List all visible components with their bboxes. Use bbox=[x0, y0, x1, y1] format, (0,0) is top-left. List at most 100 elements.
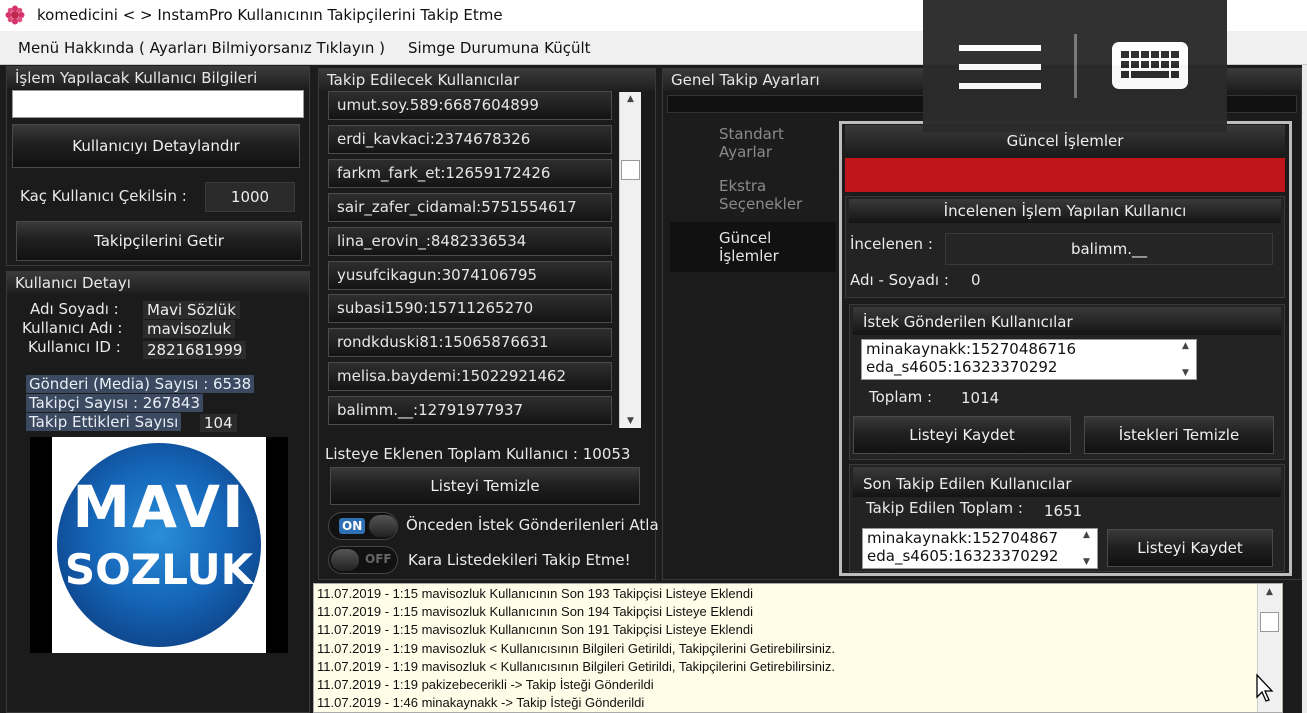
scroll-up-icon[interactable]: ▲ bbox=[1258, 587, 1281, 597]
followed-list[interactable]: minakaynakk:152704867 eda_s4605:163233702… bbox=[862, 528, 1098, 569]
user-id-value: 2821681999 bbox=[143, 341, 247, 359]
follow-list-item[interactable]: subasi1590:15711265270 bbox=[328, 294, 612, 324]
requests-total-label: Toplam : bbox=[869, 388, 933, 406]
tab-current-operations[interactable]: Güncel İşlemler bbox=[670, 222, 836, 272]
app-logo-icon bbox=[5, 5, 25, 25]
follow-list-item[interactable]: balimm.__:12791977937 bbox=[328, 396, 612, 426]
count-field[interactable]: 1000 bbox=[205, 182, 295, 212]
requests-scrollbar[interactable]: ▲ ▼ bbox=[1175, 340, 1196, 379]
window-edge bbox=[1302, 65, 1307, 713]
scroll-down-icon[interactable]: ▼ bbox=[620, 416, 641, 426]
remote-toolbar-overlay bbox=[923, 0, 1227, 132]
tab-label: Standart bbox=[719, 125, 784, 143]
save-followed-button[interactable]: Listeyi Kaydet bbox=[1107, 529, 1273, 567]
tab-label: Ayarlar bbox=[719, 143, 773, 161]
toolbar-separator bbox=[1074, 34, 1077, 98]
inspected-header: İncelenen İşlem Yapılan Kullanıcı bbox=[849, 199, 1281, 223]
follow-list-item[interactable]: sair_zafer_cidamal:5751554617 bbox=[328, 192, 612, 222]
followed-total-label: Takip Edilen Toplam : bbox=[866, 499, 1023, 517]
tab-label: İşlemler bbox=[719, 247, 779, 265]
scroll-up-icon[interactable]: ▲ bbox=[1175, 341, 1196, 351]
log-line: 11.07.2019 - 1:19 pakizebecerikli -> Tak… bbox=[317, 677, 654, 692]
activity-log[interactable]: 11.07.2019 - 1:15 mavisozluk Kullanıcını… bbox=[313, 583, 1283, 713]
follow-list-item[interactable]: erdi_kavkaci:2374678326 bbox=[328, 124, 612, 154]
menu-about[interactable]: Menü Hakkında ( Ayarları Bilmiyorsanız T… bbox=[18, 39, 385, 57]
fullname-label: Adı - Soyadı : bbox=[850, 271, 949, 289]
menu-minimize[interactable]: Simge Durumuna Küçült bbox=[408, 39, 591, 57]
save-list-button[interactable]: Listeyi Kaydet bbox=[853, 416, 1071, 454]
following-label: Takip Ettikleri Sayısı bbox=[26, 413, 182, 431]
requests-total-value: 1014 bbox=[961, 389, 1000, 407]
list-total-label: Listeye Eklenen Toplam Kullanıcı : 10053 bbox=[325, 445, 631, 463]
toggle-knob bbox=[331, 549, 359, 571]
list-item[interactable]: minakaynakk:15270486716 bbox=[862, 340, 1196, 358]
scroll-up-icon[interactable]: ▲ bbox=[620, 94, 641, 104]
toggle-knob bbox=[369, 515, 397, 537]
log-line: 11.07.2019 - 1:19 mavisozluk < Kullanıcı… bbox=[317, 658, 835, 674]
media-count: Gönderi (Media) Sayısı : 6538 bbox=[26, 375, 255, 393]
followed-total-value: 1651 bbox=[1044, 502, 1083, 520]
logo-text-mavi: MAVI bbox=[72, 473, 246, 541]
toggle-on-text: ON bbox=[339, 518, 366, 534]
scroll-thumb[interactable] bbox=[1260, 612, 1279, 632]
log-line: 11.07.2019 - 1:15 mavisozluk Kullanıcını… bbox=[317, 586, 754, 601]
keyboard-icon[interactable] bbox=[1112, 42, 1188, 89]
tab-extra-options[interactable]: Ekstra Seçenekler bbox=[670, 170, 836, 220]
tab-standard-settings[interactable]: Standart Ayarlar bbox=[670, 118, 836, 168]
follow-list-header: Takip Edilecek Kullanıcılar bbox=[319, 69, 655, 91]
profile-picture-bg: MAVI SOZLUK bbox=[52, 437, 266, 653]
detail-user-button[interactable]: Kullanıcıyı Detaylandır bbox=[12, 124, 300, 168]
blacklist-label: Kara Listedekileri Takip Etme! bbox=[408, 551, 631, 569]
username-input[interactable] bbox=[12, 90, 304, 118]
hamburger-menu-icon[interactable] bbox=[959, 45, 1041, 89]
user-id-label: Kullanıcı ID : bbox=[28, 338, 121, 356]
scroll-down-icon[interactable]: ▼ bbox=[1076, 557, 1097, 567]
profile-picture-frame: MAVI SOZLUK bbox=[30, 437, 288, 653]
user-info-header: İşlem Yapılacak Kullanıcı Bilgileri bbox=[7, 67, 309, 89]
skip-requested-label: Önceden İstek Gönderilenleri Atla bbox=[406, 516, 659, 534]
logo-text-sozluk: SOZLUK bbox=[64, 545, 254, 594]
scroll-down-icon[interactable]: ▼ bbox=[1175, 368, 1196, 378]
profile-picture: MAVI SOZLUK bbox=[57, 443, 261, 647]
toggle-off-text: OFF bbox=[365, 552, 392, 566]
fetch-followers-button[interactable]: Takipçilerini Getir bbox=[16, 221, 302, 261]
tab-label: Ekstra bbox=[719, 177, 767, 195]
tab-label: Güncel bbox=[719, 229, 772, 247]
followers-count: Takipçi Sayısı : 267843 bbox=[26, 394, 204, 412]
inspected-label: İncelenen : bbox=[850, 235, 933, 253]
requests-list[interactable]: minakaynakk:15270486716 eda_s4605:1632337… bbox=[861, 339, 1197, 380]
follow-list-item[interactable]: melisa.baydemi:15022921462 bbox=[328, 362, 612, 392]
skip-requested-toggle[interactable]: ON bbox=[328, 512, 398, 540]
follow-list-item[interactable]: rondkduski81:15065876631 bbox=[328, 328, 612, 358]
requests-header: İstek Gönderilen Kullanıcılar bbox=[853, 307, 1281, 335]
log-line: 11.07.2019 - 1:15 mavisozluk Kullanıcını… bbox=[317, 604, 754, 620]
clear-requests-button[interactable]: İstekleri Temizle bbox=[1084, 416, 1274, 454]
log-line: 11.07.2019 - 1:15 mavisozluk Kullanıcını… bbox=[317, 622, 754, 638]
log-line: 11.07.2019 - 1:46 minakaynakk -> Takip İ… bbox=[317, 695, 645, 711]
name-value: Mavi Sözlük bbox=[143, 301, 240, 319]
follow-list-item[interactable]: yusufcikagun:3074106795 bbox=[328, 260, 612, 290]
list-item[interactable]: eda_s4605:16323370292 bbox=[862, 358, 1196, 376]
mouse-cursor-icon bbox=[1256, 673, 1274, 702]
follow-list-item[interactable]: umut.soy.589:6687604899 bbox=[328, 91, 612, 120]
progress-bar bbox=[845, 158, 1285, 192]
clear-list-button[interactable]: Listeyi Temizle bbox=[330, 467, 640, 505]
list-item[interactable]: eda_s4605:16323370292 bbox=[863, 547, 1097, 565]
scroll-up-icon[interactable]: ▲ bbox=[1076, 530, 1097, 540]
blacklist-toggle[interactable]: OFF bbox=[328, 546, 398, 574]
username-label: Kullanıcı Adı : bbox=[22, 319, 123, 337]
fullname-value: 0 bbox=[971, 271, 981, 289]
tab-label: Seçenekler bbox=[719, 195, 803, 213]
follow-list-item[interactable]: lina_erovin_:8482336534 bbox=[328, 226, 612, 256]
follow-list-scrollbar[interactable]: ▲ ▼ bbox=[619, 92, 641, 428]
scroll-thumb[interactable] bbox=[621, 160, 640, 180]
count-label: Kaç Kullanıcı Çekilsin : bbox=[20, 187, 187, 205]
last-followed-header: Son Takip Edilen Kullanıcılar bbox=[853, 467, 1281, 497]
log-line: 11.07.2019 - 1:19 mavisozluk < Kullanıcı… bbox=[317, 640, 835, 656]
app-window: komedicini < > InstamPro Kullanıcının Ta… bbox=[0, 0, 1307, 713]
follow-list-item[interactable]: farkm_fark_et:12659172426 bbox=[328, 158, 612, 188]
followed-scrollbar[interactable]: ▲ ▼ bbox=[1076, 529, 1097, 568]
list-item[interactable]: minakaynakk:152704867 bbox=[863, 529, 1097, 547]
username-value: mavisozluk bbox=[143, 320, 236, 338]
name-label: Adı Soyadı : bbox=[30, 300, 119, 318]
